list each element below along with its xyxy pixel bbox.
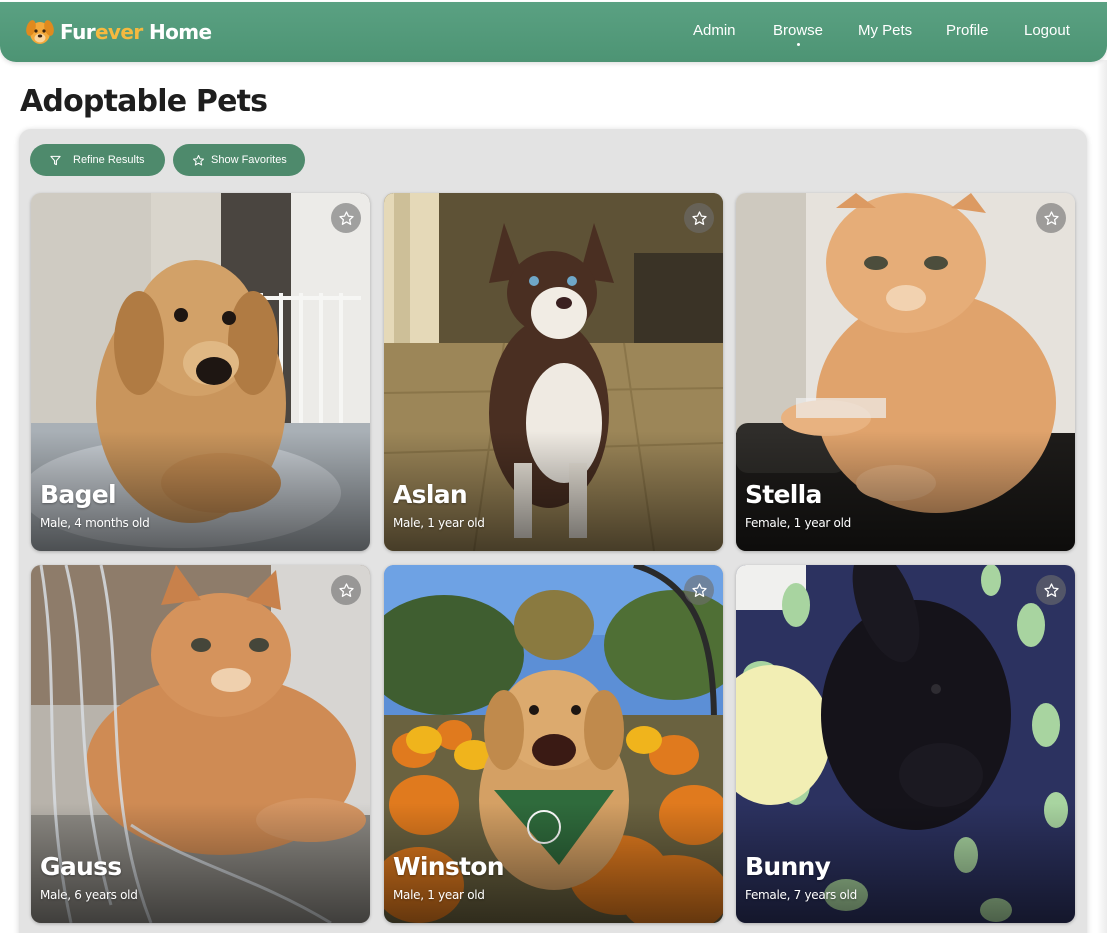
brand[interactable]: Furever Home: [26, 17, 212, 47]
pet-card[interactable]: Gauss Male, 6 years old: [31, 565, 370, 923]
favorite-toggle[interactable]: [331, 203, 361, 233]
nav-my-pets[interactable]: My Pets: [858, 22, 912, 39]
brand-name-part1: Fur: [60, 20, 96, 44]
dog-face-icon: [26, 20, 54, 44]
nav-admin[interactable]: Admin: [693, 22, 736, 39]
star-outline-icon: [338, 582, 354, 597]
brand-name: Furever Home: [60, 20, 212, 44]
pet-name: Aslan: [393, 480, 468, 509]
show-favorites-button[interactable]: Show Favorites: [173, 144, 305, 176]
brand-name-part3: Home: [142, 20, 212, 44]
pet-details: Male, 1 year old: [393, 888, 485, 902]
nav-browse[interactable]: Browse: [773, 22, 823, 46]
star-outline-icon: [691, 582, 707, 597]
star-outline-icon: [1043, 582, 1059, 597]
nav-profile[interactable]: Profile: [946, 22, 989, 39]
page-title: Adoptable Pets: [20, 84, 268, 119]
pet-card[interactable]: Bunny Female, 7 years old: [736, 565, 1075, 923]
favorite-toggle[interactable]: [684, 203, 714, 233]
star-outline-icon: [1043, 210, 1059, 225]
pet-details: Male, 4 months old: [40, 516, 150, 530]
favorite-toggle[interactable]: [1036, 203, 1066, 233]
pet-details: Male, 6 years old: [40, 888, 138, 902]
top-navbar: Furever Home Admin Browse My Pets Profil…: [0, 2, 1107, 62]
nav-logout[interactable]: Logout: [1024, 22, 1070, 39]
star-outline-icon: [338, 210, 354, 225]
pet-name: Stella: [745, 480, 822, 509]
pet-name: Gauss: [40, 852, 122, 881]
show-favorites-label: Show Favorites: [211, 154, 287, 166]
favorite-toggle[interactable]: [331, 575, 361, 605]
refine-results-label: Refine Results: [73, 154, 145, 166]
pet-card[interactable]: Stella Female, 1 year old: [736, 193, 1075, 551]
favorite-toggle[interactable]: [1036, 575, 1066, 605]
pet-details: Female, 7 years old: [745, 888, 857, 902]
pet-card[interactable]: Aslan Male, 1 year old: [384, 193, 723, 551]
star-outline-icon: [691, 210, 707, 225]
pet-details: Male, 1 year old: [393, 516, 485, 530]
pet-name: Winston: [393, 852, 505, 881]
pet-name: Bagel: [40, 480, 117, 509]
filter-icon: [50, 155, 61, 165]
star-outline-icon: [193, 154, 204, 165]
pet-name: Bunny: [745, 852, 831, 881]
refine-results-button[interactable]: Refine Results: [30, 144, 165, 176]
favorite-toggle[interactable]: [684, 575, 714, 605]
brand-name-part2: ever: [94, 20, 143, 44]
pet-card[interactable]: Bagel Male, 4 months old: [31, 193, 370, 551]
pet-card[interactable]: Winston Male, 1 year old: [384, 565, 723, 923]
page-edge-shadow: [1097, 60, 1107, 933]
pet-details: Female, 1 year old: [745, 516, 851, 530]
